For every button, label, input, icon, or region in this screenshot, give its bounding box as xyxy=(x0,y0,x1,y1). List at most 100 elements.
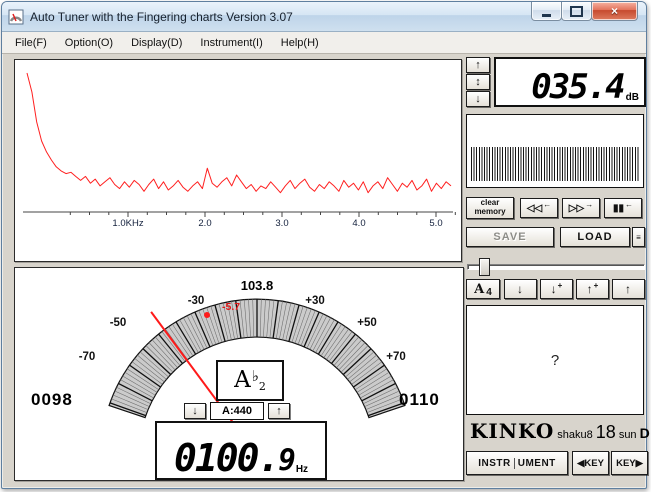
forward-icon: ▷▷ xyxy=(568,202,585,214)
window-title: Auto Tuner with the Fingering charts Ver… xyxy=(30,9,293,24)
maximize-button[interactable] xyxy=(561,2,592,21)
rewind-button[interactable]: ◁◁ ← xyxy=(520,198,558,218)
brand-type: shaku8 xyxy=(557,429,593,441)
range-low-value: 0098 xyxy=(31,390,73,409)
menu-item-option[interactable]: Option(O) xyxy=(56,34,122,52)
window-controls: × xyxy=(531,2,638,21)
client-area: 1.0KHz 2.0 3.0 4.0 5.0 -30 +30 -50 +50 -70 +70 10… xyxy=(2,52,650,488)
pitch-up-fine-button[interactable]: ↑ + xyxy=(576,279,609,299)
pitch-down-button[interactable]: ↓ xyxy=(504,279,537,299)
key-prev-button[interactable]: ◀KEY xyxy=(572,451,609,475)
deviation-dot-icon xyxy=(204,312,210,318)
app-icon xyxy=(8,9,24,24)
deviation-value: -5.7 xyxy=(222,301,240,313)
down-arrow-icon: ↓ xyxy=(475,93,481,105)
note-display: A ♭ 2 xyxy=(216,360,284,401)
save-button[interactable]: SAVE xyxy=(466,227,554,247)
scale-label: +30 xyxy=(305,295,325,307)
key-prev-label: ◀KEY xyxy=(577,457,604,469)
pitch-ref-up-button[interactable]: ↑ xyxy=(268,403,290,419)
nudge-updown-button[interactable]: ↕ xyxy=(466,74,490,90)
menu-item-help[interactable]: Help(H) xyxy=(272,34,328,52)
app-window: Auto Tuner with the Fingering charts Ver… xyxy=(1,1,650,489)
range-high-value: 0110 xyxy=(399,390,440,409)
pitch-ref-down-button[interactable]: ↓ xyxy=(184,403,206,419)
level-value: 035.4 xyxy=(531,66,625,107)
menu-item-instrument[interactable]: Instrument(I) xyxy=(191,34,271,52)
load-button[interactable]: LOAD xyxy=(560,227,630,247)
slider-thumb[interactable] xyxy=(478,258,490,276)
x-tick-label: 2.0 xyxy=(198,218,211,229)
scale-label: +70 xyxy=(386,351,406,363)
menu-bar: File(F) Option(O) Display(D) Instrument(… xyxy=(2,32,646,54)
plus-mark: + xyxy=(557,280,563,290)
pitch-ref-value: A:440 xyxy=(210,402,264,420)
x-tick-label: 4.0 xyxy=(352,218,365,229)
flat-icon: ♭ xyxy=(251,367,259,385)
note-letter: A xyxy=(234,367,251,393)
menu-item-file[interactable]: File(F) xyxy=(6,34,56,52)
scale-label: -30 xyxy=(188,295,205,307)
nudge-down-button[interactable]: ↓ xyxy=(466,91,490,107)
frequency-main: 0100. xyxy=(173,435,280,480)
brand-length: 18 xyxy=(595,422,616,442)
key-next-button[interactable]: KEY▶ xyxy=(611,451,648,475)
scale-label: +50 xyxy=(357,317,377,329)
a4-button[interactable]: A4 xyxy=(466,279,500,299)
clear-label-2: memory xyxy=(474,207,506,216)
rewind-icon: ◁◁ xyxy=(526,202,543,214)
instrument-info: KINKO shaku8 18 sun D xyxy=(470,419,650,445)
pitch-down-fine-button[interactable]: ↓ + xyxy=(540,279,573,299)
spectrum-chart: 1.0KHz 2.0 3.0 4.0 5.0 xyxy=(23,72,456,229)
spectrum-trace xyxy=(26,72,452,194)
back-arrow-icon: ← xyxy=(543,199,552,209)
pause-button[interactable]: ▮▮ ← xyxy=(604,198,642,218)
fingering-chart-display: ? xyxy=(466,305,644,415)
minimize-button[interactable] xyxy=(531,2,562,21)
up-down-arrow-icon: ↕ xyxy=(475,76,481,88)
frequency-unit: Hz xyxy=(295,464,309,475)
waveform-bars xyxy=(471,147,639,181)
instrument-button[interactable]: INSTR UMENT xyxy=(466,451,568,475)
down-arrow-icon: ↓ xyxy=(550,282,557,296)
clear-memory-button[interactable]: clear memory xyxy=(466,197,514,219)
save-label: SAVE xyxy=(493,231,527,243)
close-button[interactable]: × xyxy=(591,2,638,21)
right-panel: ↑ ↕ ↓ 035.4 dB clear memory ◁◁ ← ▷▷ → ▮▮ ← … xyxy=(466,57,650,477)
key-next-label: KEY▶ xyxy=(616,457,643,469)
x-tick-label: 3.0 xyxy=(275,218,288,229)
up-arrow-icon: ↑ xyxy=(276,405,282,417)
frequency-display: 0100. 9 Hz xyxy=(155,421,327,480)
tuner-meter-panel: -30 +30 -50 +50 -70 +70 103.8 -5.7 0098 0110 … xyxy=(14,267,464,481)
load-label: LOAD xyxy=(577,231,613,243)
instrument-label-2: UMENT xyxy=(513,457,556,469)
level-unit: dB xyxy=(625,92,639,103)
waveform-display xyxy=(466,114,644,188)
up-arrow-icon: ↑ xyxy=(586,282,593,296)
pause-icon: ▮▮ xyxy=(612,202,624,214)
down-arrow-icon: ↓ xyxy=(192,405,198,417)
up-arrow-icon: ↑ xyxy=(475,59,481,71)
spectrum-panel: 1.0KHz 2.0 3.0 4.0 5.0 xyxy=(14,59,462,262)
fingering-placeholder: ? xyxy=(550,351,560,369)
forward-button[interactable]: ▷▷ → xyxy=(562,198,600,218)
slider-track[interactable] xyxy=(467,264,645,270)
nudge-up-button[interactable]: ↑ xyxy=(466,57,490,73)
title-bar[interactable]: Auto Tuner with the Fingering charts Ver… xyxy=(2,2,646,32)
minimize-icon xyxy=(542,13,551,17)
menu-item-display[interactable]: Display(D) xyxy=(122,34,191,52)
frequency-decimal: 9 xyxy=(278,443,296,478)
level-slider[interactable] xyxy=(466,257,646,276)
scale-label: -50 xyxy=(110,317,127,329)
pitch-up-button[interactable]: ↑ xyxy=(612,279,645,299)
level-display: 035.4 dB xyxy=(494,57,646,107)
brand-name: KINKO xyxy=(470,419,555,443)
x-tick-label: 1.0KHz xyxy=(112,218,143,229)
plus-mark: + xyxy=(593,280,599,290)
forward-arrow-icon: → xyxy=(585,199,594,209)
close-icon: × xyxy=(610,4,618,18)
back-arrow-icon: ← xyxy=(625,199,633,209)
brand-unit: sun xyxy=(618,429,637,441)
list-icon: ≡ xyxy=(636,232,641,242)
list-button[interactable]: ≡ xyxy=(632,227,645,247)
